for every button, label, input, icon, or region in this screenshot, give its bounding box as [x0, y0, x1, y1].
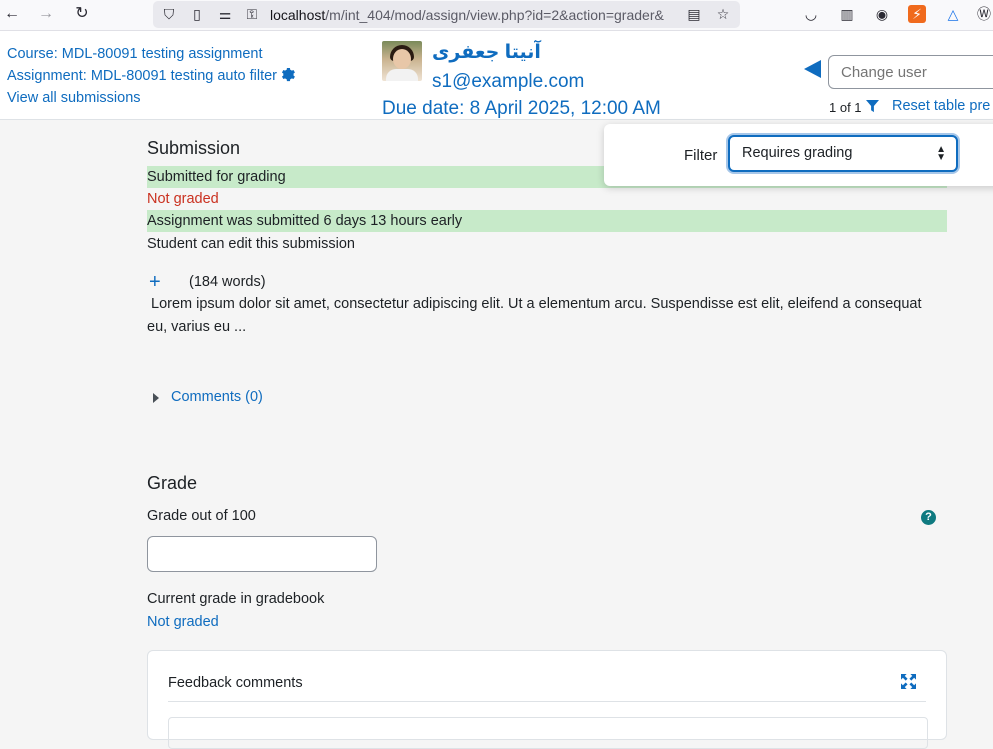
- caret-right-icon[interactable]: [153, 393, 159, 403]
- filter-popover: Filter Requires grading ▲ ▼: [604, 124, 993, 186]
- submission-excerpt: Lorem ipsum dolor sit amet, consectetur …: [147, 296, 922, 335]
- url-path: /m/int_404/mod/assign/view.php?id=2&acti…: [325, 7, 664, 23]
- url-host: localhost: [270, 7, 326, 23]
- course-link[interactable]: Course: MDL-80091 testing assignment: [7, 46, 263, 62]
- browser-toolbar: ← → ↻ ⛉ ▯ ⚌ ⚿ localhost/m/int_404/mod/as…: [0, 0, 993, 31]
- expand-plus-icon[interactable]: +: [149, 272, 161, 292]
- bookmark-star-icon[interactable]: ☆: [714, 5, 732, 23]
- comments-link[interactable]: Comments (0): [171, 389, 263, 405]
- forward-arrow-icon[interactable]: →: [36, 4, 56, 24]
- help-icon[interactable]: ?: [921, 510, 936, 525]
- shield-icon[interactable]: ⛉: [160, 5, 178, 23]
- user-count: 1 of 1: [829, 100, 862, 115]
- permissions-icon[interactable]: ⚌: [216, 5, 234, 23]
- reader-view-icon[interactable]: ▤: [685, 5, 703, 23]
- word-count: (184 words): [189, 274, 266, 290]
- assignment-link[interactable]: Assignment: MDL-80091 testing auto filte…: [7, 68, 277, 84]
- gear-icon[interactable]: [280, 67, 295, 82]
- expand-icon[interactable]: [901, 674, 916, 689]
- user-email: s1@example.com: [432, 71, 585, 92]
- edit-status: Student can edit this submission: [147, 236, 355, 252]
- warning-extension-icon[interactable]: △: [944, 5, 962, 23]
- user-name-link[interactable]: آنیتا جعفری: [432, 41, 541, 64]
- filter-select[interactable]: Requires grading ▲ ▼: [728, 135, 958, 172]
- grade-heading: Grade: [147, 473, 198, 493]
- submission-heading: Submission: [147, 138, 241, 158]
- feedback-comments-card: Feedback comments: [147, 650, 947, 749]
- key-icon[interactable]: ⚿: [243, 5, 261, 23]
- extension-icon[interactable]: ⚡: [908, 5, 926, 23]
- account-icon[interactable]: ◉: [873, 5, 891, 23]
- filter-icon[interactable]: [866, 100, 879, 113]
- reset-table-preferences-link[interactable]: Reset table pre: [892, 98, 990, 114]
- back-arrow-icon[interactable]: ←: [2, 4, 22, 24]
- select-updown-icon: ▲ ▼: [936, 144, 946, 163]
- grading-status: Not graded: [147, 191, 219, 207]
- filter-selected-value: Requires grading: [742, 145, 853, 161]
- reload-icon[interactable]: ↻: [72, 4, 92, 24]
- view-all-submissions-link[interactable]: View all submissions: [7, 90, 141, 106]
- course-links: Course: MDL-80091 testing assignment Ass…: [7, 43, 295, 109]
- avatar: [382, 41, 422, 81]
- url-text[interactable]: localhost/m/int_404/mod/assign/view.php?…: [270, 7, 680, 23]
- url-bar[interactable]: ⛉ ▯ ⚌ ⚿ localhost/m/int_404/mod/assign/v…: [153, 1, 740, 28]
- previous-user-arrow-icon[interactable]: [804, 60, 821, 78]
- filter-label: Filter: [684, 147, 718, 164]
- feedback-title: Feedback comments: [168, 675, 303, 691]
- pocket-icon[interactable]: ◡: [802, 5, 820, 23]
- due-date: Due date: 8 April 2025, 12:00 AM: [382, 98, 661, 119]
- document-extension-icon[interactable]: ▥: [838, 5, 856, 23]
- current-grade-link[interactable]: Not graded: [147, 614, 219, 630]
- grader-header: Course: MDL-80091 testing assignment Ass…: [0, 31, 993, 120]
- timing-status: Assignment was submitted 6 days 13 hours…: [147, 210, 947, 232]
- feedback-divider: [168, 701, 926, 702]
- change-user-input[interactable]: [828, 55, 993, 89]
- grade-out-of-label: Grade out of 100: [147, 508, 256, 524]
- wordpress-icon[interactable]: Ⓦ: [975, 5, 993, 23]
- feedback-editor[interactable]: [168, 717, 928, 749]
- grade-input[interactable]: [147, 536, 377, 572]
- page-icon[interactable]: ▯: [188, 5, 206, 23]
- current-grade-label: Current grade in gradebook: [147, 591, 325, 607]
